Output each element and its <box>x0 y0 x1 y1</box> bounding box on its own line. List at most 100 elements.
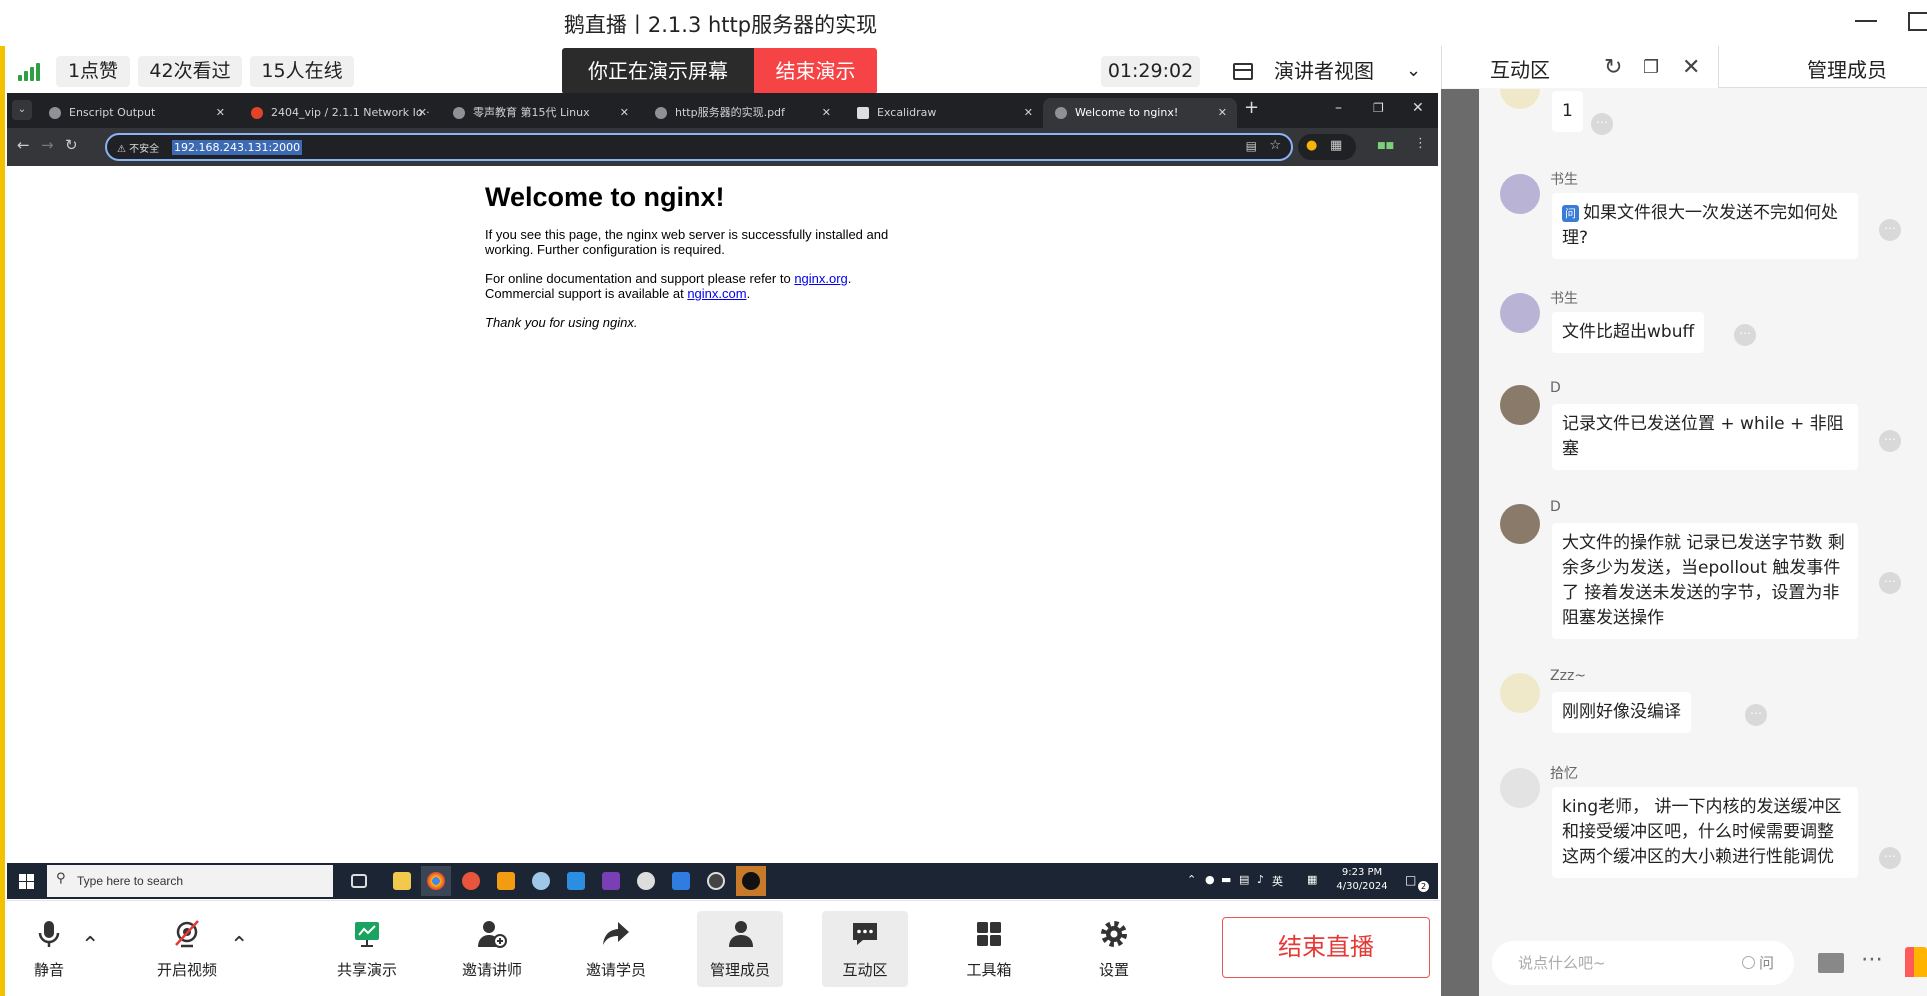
browser-tab[interactable]: Excalidraw ✕ <box>845 98 1043 128</box>
toolbox-label: 工具箱 <box>966 961 1012 979</box>
language-indicator[interactable]: 英 <box>1272 873 1283 889</box>
chat-input-placeholder: 说点什么吧~ <box>1518 954 1606 972</box>
close-tab-icon[interactable]: ✕ <box>1024 98 1033 128</box>
folder-icon[interactable] <box>1818 953 1844 973</box>
ime-icon[interactable]: ▦ <box>1307 873 1317 886</box>
maximize-icon[interactable] <box>1908 12 1927 31</box>
chrome-icon[interactable] <box>421 866 451 896</box>
microphone-icon[interactable]: ● <box>1205 873 1215 886</box>
puzzle-icon[interactable]: ▦ <box>1330 138 1342 153</box>
battery-icon[interactable]: ▬ <box>1221 873 1231 886</box>
manage-members-button[interactable]: 管理成员 <box>697 911 783 987</box>
chevron-down-icon: ⌄ <box>1406 60 1422 81</box>
settings-gear-icon[interactable] <box>631 866 661 896</box>
browser-tab[interactable]: 2404_vip / 2.1.1 Network Io · Gi✕ <box>239 98 437 149</box>
nginx-com-link[interactable]: nginx.com <box>687 286 746 301</box>
vscode-icon[interactable] <box>561 866 591 896</box>
more-icon[interactable]: ⋯ <box>1861 947 1884 972</box>
radio-icon <box>1741 956 1755 969</box>
close-tab-icon[interactable]: ✕ <box>620 98 629 128</box>
close-tab-icon[interactable]: ✕ <box>216 98 225 128</box>
chat-list[interactable]: 1 ⋯ 书生 问如果文件很大一次发送不完如何处理? ⋯ 书生 文件比超出wbuf… <box>1480 89 1927 929</box>
app-icon[interactable] <box>526 866 556 896</box>
profile-icon[interactable]: ■■ <box>1377 141 1394 151</box>
settings-button[interactable]: 设置 <box>1071 911 1157 987</box>
tab-search-icon[interactable]: ⌄ <box>12 100 32 120</box>
chat-input[interactable]: 说点什么吧~ 问 <box>1492 941 1794 985</box>
mute-button[interactable]: 静音 <box>6 911 92 987</box>
app-icon[interactable] <box>491 866 521 896</box>
app-icon[interactable] <box>456 866 486 896</box>
interaction-button[interactable]: 互动区 <box>822 911 908 987</box>
browser-tab-active[interactable]: Welcome to nginx! ✕ <box>1043 98 1237 128</box>
avatar <box>1500 504 1540 544</box>
address-bar[interactable]: ⚠ 不安全 192.168.243.131:2000 ▤ ☆ <box>105 133 1293 161</box>
close-tab-icon[interactable]: ✕ <box>1218 98 1227 128</box>
browser-tab[interactable]: http服务器的实现.pdf ✕ <box>643 98 841 128</box>
refresh-icon[interactable]: ↻ <box>1604 55 1622 80</box>
presentation-icon <box>355 922 379 947</box>
minimize-icon[interactable] <box>1855 20 1877 22</box>
task-view-icon[interactable] <box>345 866 375 896</box>
new-tab-icon[interactable]: + <box>1244 97 1259 118</box>
onenote-icon[interactable] <box>596 866 626 896</box>
app-icon[interactable] <box>666 866 696 896</box>
windows-start-icon[interactable] <box>19 874 34 889</box>
more-options-icon[interactable]: ⋯ <box>1745 704 1767 726</box>
video-options-chevron-icon[interactable]: ⌃ <box>230 933 248 958</box>
invite-lecturer-button[interactable]: 邀请讲师 <box>449 911 535 987</box>
nginx-org-link[interactable]: nginx.org <box>794 271 847 286</box>
menu-kebab-icon[interactable]: ⋮ <box>1414 136 1427 151</box>
sender-name: 拾忆 <box>1550 766 1578 782</box>
translate-icon[interactable]: ▤ <box>1246 139 1257 153</box>
browser-tab[interactable]: 零声教育 第15代 Linux C/C++开✕ <box>441 98 639 149</box>
toolbox-button[interactable]: 工具箱 <box>946 911 1032 987</box>
more-options-icon[interactable]: ⋯ <box>1879 572 1901 594</box>
close-tab-icon[interactable]: ✕ <box>822 98 831 128</box>
volume-icon[interactable]: ♪ <box>1257 873 1264 886</box>
gift-icon[interactable] <box>1905 947 1927 977</box>
browser-restore-icon[interactable]: ❐ <box>1373 101 1384 115</box>
notification-icon[interactable]: □ <box>1405 873 1416 887</box>
network-icon[interactable]: ▤ <box>1239 873 1249 886</box>
video-button[interactable]: 开启视频 <box>144 911 230 987</box>
browser-tab[interactable]: Enscript Output ✕ <box>37 98 235 128</box>
file-explorer-icon[interactable] <box>387 866 417 896</box>
question-toggle[interactable]: 问 <box>1741 952 1774 973</box>
url-text[interactable]: 192.168.243.131:2000 <box>172 140 303 155</box>
back-icon[interactable]: ← <box>17 136 30 154</box>
qq-icon[interactable] <box>736 866 766 896</box>
more-options-icon[interactable]: ⋯ <box>1879 430 1901 452</box>
more-options-icon[interactable]: ⋯ <box>1591 113 1613 135</box>
more-options-icon[interactable]: ⋯ <box>1879 219 1901 241</box>
taskbar-clock[interactable]: 9:23 PM 4/30/2024 <box>1327 866 1397 894</box>
invite-students-label: 邀请学员 <box>585 961 646 979</box>
app-icon[interactable] <box>701 866 731 896</box>
close-tab-icon[interactable]: ✕ <box>418 98 427 128</box>
view-mode-dropdown[interactable]: 演讲者视图 ⌄ <box>1224 54 1430 88</box>
close-icon[interactable]: ✕ <box>1682 55 1700 80</box>
sender-name: D <box>1550 499 1561 515</box>
insecure-indicator[interactable]: ⚠ 不安全 <box>117 140 159 155</box>
audio-options-chevron-icon[interactable]: ⌃ <box>81 933 99 958</box>
more-options-icon[interactable]: ⋯ <box>1879 847 1901 869</box>
more-options-icon[interactable]: ⋯ <box>1734 324 1756 346</box>
tab-interaction[interactable]: 互动区 ↻ ❐ ✕ <box>1442 46 1719 88</box>
browser-close-icon[interactable]: ✕ <box>1412 100 1424 116</box>
reload-icon[interactable]: ↻ <box>65 136 78 154</box>
online-count: 15人在线 <box>250 56 354 87</box>
end-presentation-button[interactable]: 结束演示 <box>754 48 877 94</box>
tab-members[interactable]: 管理成员 <box>1807 54 1887 83</box>
popout-icon[interactable]: ❐ <box>1643 57 1659 78</box>
bookmark-star-icon[interactable]: ☆ <box>1269 138 1281 153</box>
share-presentation-button[interactable]: 共享演示 <box>324 911 410 987</box>
extension-icon[interactable]: ● <box>1306 138 1317 153</box>
end-live-button[interactable]: 结束直播 <box>1222 917 1430 978</box>
taskbar-search[interactable]: ⚲ Type here to search <box>47 865 333 897</box>
tray-chevron-icon[interactable]: ⌃ <box>1187 873 1196 886</box>
forward-icon[interactable]: → <box>41 136 54 154</box>
invite-students-button[interactable]: 邀请学员 <box>573 911 659 987</box>
gitlab-icon <box>251 107 263 119</box>
browser-minimize-icon[interactable]: – <box>1335 100 1342 116</box>
chat-bubble-icon <box>853 923 877 945</box>
